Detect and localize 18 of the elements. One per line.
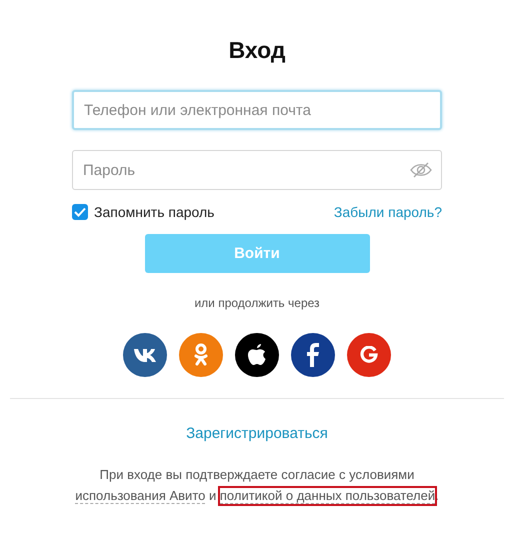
apple-logo-icon bbox=[247, 343, 267, 367]
remember-checkbox[interactable] bbox=[72, 204, 88, 220]
forgot-password-link[interactable]: Забыли пароль? bbox=[334, 204, 442, 220]
ok-logo-icon bbox=[194, 343, 208, 367]
login-field[interactable]: Телефон или электронная почта bbox=[72, 90, 442, 130]
remember-label: Запомнить пароль bbox=[94, 204, 214, 220]
vk-logo-icon bbox=[134, 348, 156, 362]
social-login-button[interactable] bbox=[291, 333, 335, 377]
google-logo-icon bbox=[360, 346, 378, 364]
social-login-button[interactable] bbox=[123, 333, 167, 377]
policy-link[interactable]: политикой о данных пользователей bbox=[220, 488, 436, 504]
facebook-logo-icon bbox=[307, 343, 319, 367]
alternative-login-text: или продолжить через bbox=[194, 296, 320, 310]
social-login-button[interactable] bbox=[235, 333, 279, 377]
form-title: Вход bbox=[228, 36, 286, 64]
register-link[interactable]: Зарегистрироваться bbox=[186, 425, 328, 442]
password-field[interactable]: Пароль bbox=[72, 150, 442, 190]
policy-link[interactable]: использования Авито bbox=[75, 488, 206, 504]
